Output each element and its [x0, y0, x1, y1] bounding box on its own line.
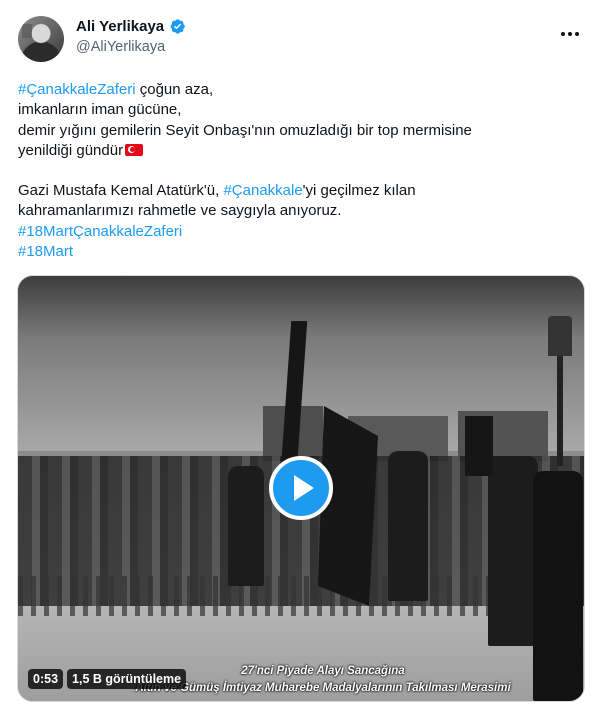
video-player[interactable]: 27'nci Piyade Alayı Sancağına Altın ve G… — [17, 275, 585, 702]
avatar[interactable] — [18, 16, 64, 62]
hashtag-link[interactable]: #ÇanakkaleZaferi — [18, 81, 136, 98]
turkey-flag-icon — [125, 143, 144, 156]
display-name[interactable]: Ali Yerlikaya — [76, 18, 164, 35]
tweet-line: kahramanlarımızı rahmetle ve saygıyla an… — [18, 202, 342, 220]
tweet-header: Ali Yerlikaya @AliYerlikaya — [18, 14, 581, 66]
tweet-text: #ÇanakkaleZaferi çoğun aza, imkanların i… — [18, 80, 578, 262]
verified-badge-icon — [170, 19, 185, 34]
tweet-line: #ÇanakkaleZaferi çoğun aza, — [18, 81, 214, 98]
handle[interactable]: @AliYerlikaya — [76, 39, 186, 55]
view-count-badge: 1,5 B görüntüleme — [67, 669, 187, 689]
video-badges: 0:53 1,5 B görüntüleme — [28, 669, 187, 689]
play-icon — [293, 475, 314, 501]
tweet-line: Gazi Mustafa Kemal Atatürk'ü, #Çanakkale… — [18, 182, 416, 200]
author-names: Ali Yerlikaya @AliYerlikaya — [76, 18, 186, 55]
tweet-line: yenildiği gündür — [18, 141, 578, 161]
tweet-line: demir yığını gemilerin Seyit Onbaşı'nın … — [18, 121, 472, 139]
play-button[interactable] — [269, 456, 333, 520]
hashtag-link[interactable]: #18MartÇanakkaleZaferi — [18, 222, 578, 242]
more-options-icon[interactable] — [559, 24, 581, 44]
hashtag-link[interactable]: #Çanakkale — [223, 182, 302, 199]
tweet-line: imkanların iman gücüne, — [18, 101, 182, 119]
hashtag-link[interactable]: #18Mart — [18, 242, 578, 262]
duration-badge: 0:53 — [28, 669, 64, 689]
